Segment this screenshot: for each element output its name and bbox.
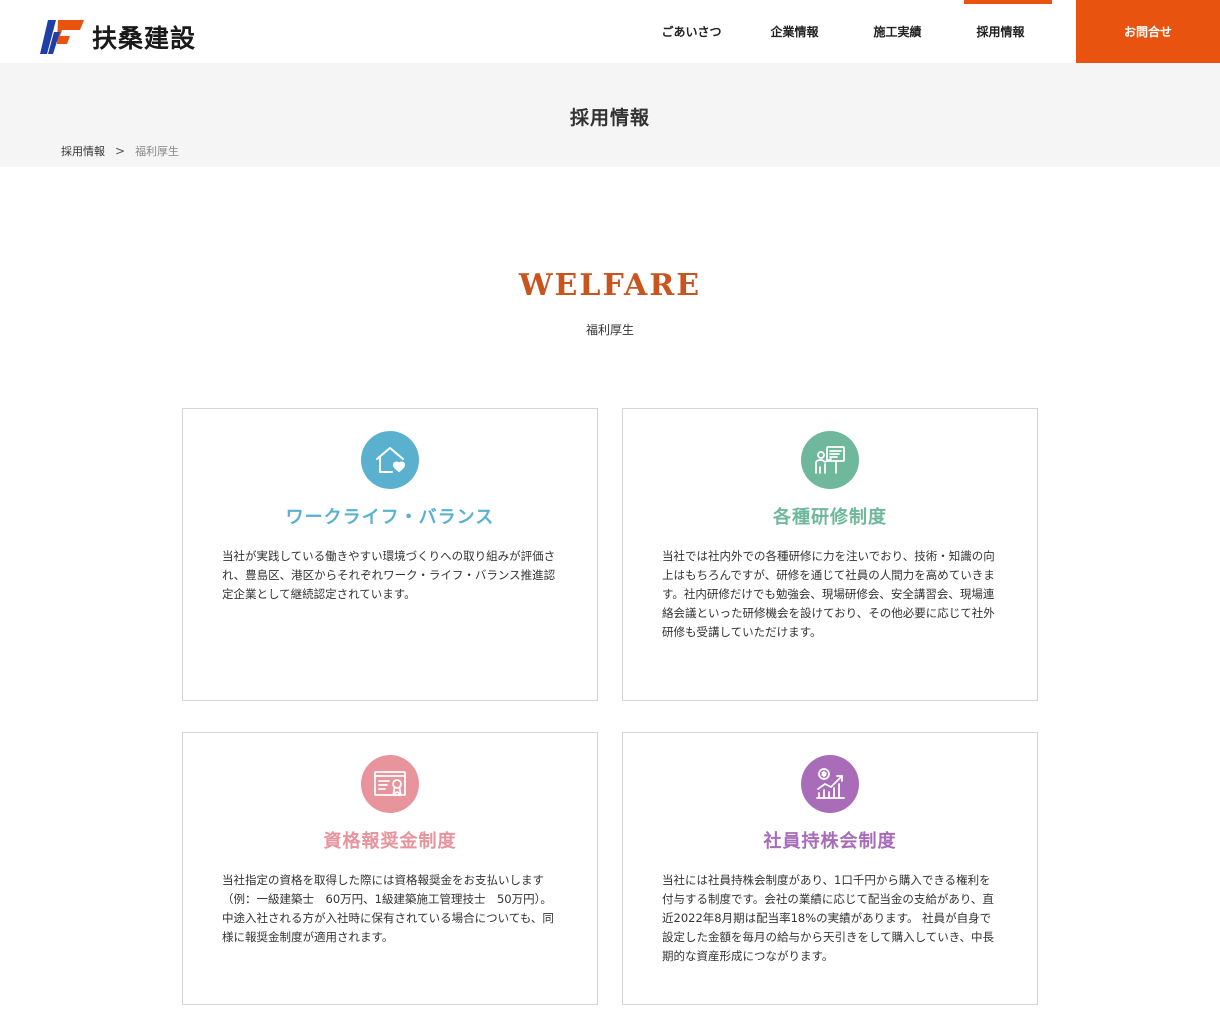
card-title: 資格報奨金制度 <box>323 831 457 852</box>
card-title: 各種研修制度 <box>773 507 887 528</box>
welfare-card-training: 各種研修制度 当社では社内外での各種研修に力を注いでおり、技術・知識の向上はもち… <box>622 408 1038 701</box>
section-title: WELFARE <box>518 268 702 303</box>
contact-button[interactable]: お問合せ <box>1076 0 1220 63</box>
card-title: ワークライフ・バランス <box>285 507 495 528</box>
welfare-card-qualification-reward: 資格報奨金制度 当社指定の資格を取得した際には資格報奨金をお支払いします（例：一… <box>182 732 598 1005</box>
card-body: 当社には社員持株会制度があり、1口千円から購入できる権利を付与する制度です。会社… <box>662 873 995 963</box>
logo[interactable]: 扶桑建設 <box>40 18 196 56</box>
logo-flag-icon <box>40 20 84 54</box>
section-subtitle: 福利厚生 <box>585 323 634 337</box>
breadcrumb-parent-link[interactable]: 採用情報 <box>61 143 105 159</box>
nav-company-info[interactable]: 企業情報 <box>743 0 846 63</box>
welfare-card-employee-stock: 社員持株会制度 当社には社員持株会制度があり、1口千円から購入できる権利を付与す… <box>622 732 1038 1005</box>
card-body: 当社指定の資格を取得した際には資格報奨金をお支払いします（例：一級建築士 60万… <box>222 873 554 944</box>
site-header: 扶桑建設 ごあいさつ 企業情報 施工実績 採用情報 お問合せ <box>0 0 1220 63</box>
card-body: 当社では社内外での各種研修に力を注いでおり、技術・知識の向上はもちろんですが、研… <box>662 549 995 639</box>
welfare-card-work-life-balance: ワークライフ・バランス 当社が実践している働きやすい環境づくりへの取り組みが評価… <box>182 408 598 701</box>
nav-recruitment[interactable]: 採用情報 <box>949 0 1052 63</box>
page-title: 採用情報 <box>569 107 650 129</box>
breadcrumb-current: 福利厚生 <box>135 145 180 158</box>
nav-construction-results[interactable]: 施工実績 <box>846 0 949 63</box>
training-presentation-icon <box>801 431 859 489</box>
stock-growth-icon <box>801 755 859 813</box>
breadcrumb: 採用情報 > 福利厚生 <box>61 143 179 159</box>
card-body: 当社が実践している働きやすい環境づくりへの取り組みが評価され、豊島区、港区からそ… <box>222 549 556 601</box>
nav-greeting[interactable]: ごあいさつ <box>640 0 743 63</box>
logo-text: 扶桑建設 <box>92 24 197 53</box>
house-heart-icon <box>361 431 419 489</box>
card-title: 社員持株会制度 <box>763 831 897 852</box>
main-nav: ごあいさつ 企業情報 施工実績 採用情報 <box>640 0 1052 63</box>
certificate-icon <box>361 755 419 813</box>
page-hero: 採用情報 採用情報 > 福利厚生 <box>0 63 1220 167</box>
breadcrumb-separator: > <box>115 144 126 158</box>
